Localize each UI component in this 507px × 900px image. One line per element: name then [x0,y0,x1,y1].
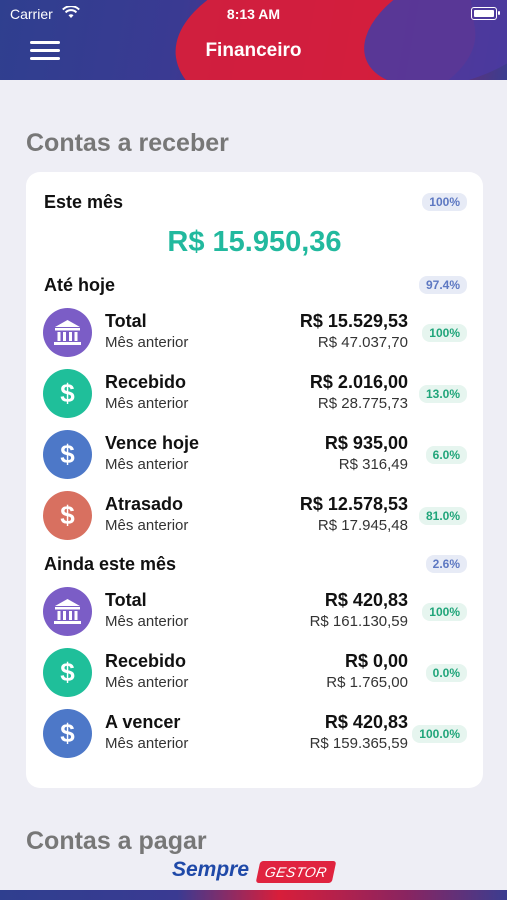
dollar-icon: $ [43,369,92,418]
row-previous-amount: R$ 47.037,70 [317,334,408,351]
bottom-decoration [0,890,507,900]
row-amount: R$ 2.016,00 [309,372,408,392]
page-title: Financeiro [205,40,302,61]
row-previous-amount: R$ 159.365,59 [309,735,408,752]
svg-text:$: $ [60,718,75,748]
dollar-icon: $ [43,491,92,540]
row-previous-amount: R$ 316,49 [338,456,408,473]
row-subtitle: Mês anterior [105,517,189,534]
row-percent-badge: 81.0% [418,507,467,525]
battery-icon [471,7,500,20]
row-name: Total [105,311,147,331]
row-previous-amount: R$ 28.775,73 [317,395,408,412]
bank-icon [43,308,92,357]
logo-text-gestor: GESTOR [255,861,337,883]
row-name: Recebido [105,372,187,392]
summary-row[interactable]: $ Atrasado Mês anterior R$ 12.578,53 R$ 17.9… [26,488,483,544]
row-subtitle: Mês anterior [105,334,189,351]
row-percent-badge: 100.0% [412,725,467,743]
rest-of-month-badge: 2.6% [425,555,467,573]
summary-row[interactable]: $ A vencer Mês anterior R$ 420,83 R$ 159.365… [26,706,483,762]
row-name: Recebido [105,651,187,671]
until-today-label: Até hoje [44,275,116,295]
row-percent-badge: 13.0% [418,385,467,403]
svg-text:$: $ [60,439,75,469]
summary-row[interactable]: $ Recebido Mês anterior R$ 2.016,00 R$ 28.77… [26,366,483,422]
row-percent-badge: 100% [422,603,467,621]
dollar-icon: $ [43,648,92,697]
row-amount: R$ 420,83 [324,590,408,610]
row-subtitle: Mês anterior [105,456,189,473]
svg-text:$: $ [60,378,75,408]
until-today-badge: 97.4% [418,276,467,294]
dollar-icon: $ [43,709,92,758]
row-previous-amount: R$ 161.130,59 [309,613,408,630]
svg-text:$: $ [60,500,75,530]
app-header: Carrier 8:13 AM Financeiro [0,0,507,80]
row-previous-amount: R$ 17.945,48 [317,517,408,534]
payable-section-title: Contas a pagar [26,827,207,855]
row-subtitle: Mês anterior [105,735,189,752]
logo-text-sempre: Sempre [172,858,250,881]
receivable-section-title: Contas a receber [26,129,229,157]
summary-row[interactable]: Total Mês anterior R$ 15.529,53 R$ 47.037,7… [26,305,483,361]
status-bar: Carrier 8:13 AM [0,4,507,24]
this-month-badge: 100% [422,193,467,211]
row-amount: R$ 15.529,53 [299,311,408,331]
this-month-label: Este mês [44,192,124,212]
row-amount: R$ 420,83 [324,712,408,732]
row-name: Vence hoje [105,433,200,453]
svg-text:$: $ [60,657,75,687]
row-name: Total [105,590,147,610]
row-percent-badge: 0.0% [425,664,467,682]
receivable-card: Este mês 100% R$ 15.950,36 Até hoje 97.4… [26,172,483,788]
row-amount: R$ 0,00 [344,651,408,671]
row-previous-amount: R$ 1.765,00 [326,674,408,691]
row-percent-badge: 6.0% [425,446,467,464]
row-name: A vencer [105,712,181,732]
row-amount: R$ 12.578,53 [299,494,408,514]
row-subtitle: Mês anterior [105,395,189,412]
row-name: Atrasado [105,494,184,514]
bank-icon [43,587,92,636]
row-subtitle: Mês anterior [105,674,189,691]
row-amount: R$ 935,00 [324,433,408,453]
summary-row[interactable]: $ Recebido Mês anterior R$ 0,00 R$ 1.765,00 0… [26,645,483,701]
clock: 8:13 AM [226,6,281,22]
summary-row[interactable]: $ Vence hoje Mês anterior R$ 935,00 R$ 316,4… [26,427,483,483]
row-percent-badge: 100% [422,324,467,342]
this-month-value: R$ 15.950,36 [167,226,342,258]
summary-row[interactable]: Total Mês anterior R$ 420,83 R$ 161.130,59 1… [26,584,483,640]
rest-of-month-label: Ainda este mês [44,554,177,574]
dollar-icon: $ [43,430,92,479]
row-subtitle: Mês anterior [105,613,189,630]
